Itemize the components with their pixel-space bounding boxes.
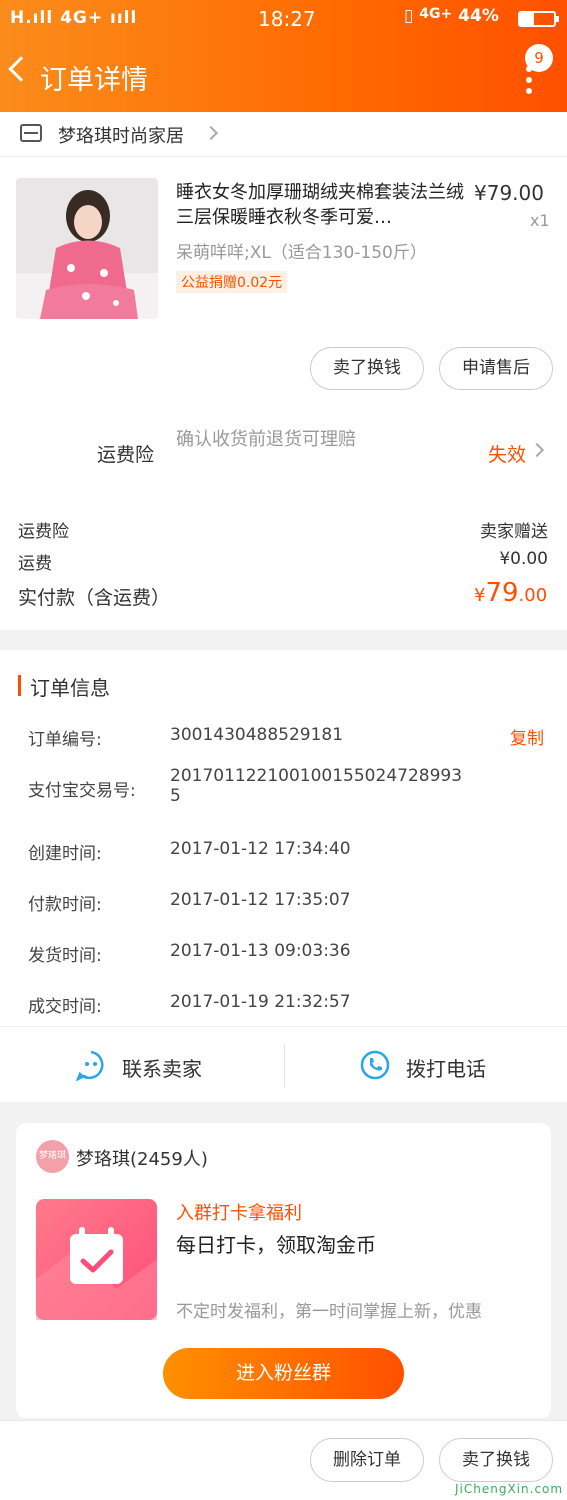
section-marker (18, 675, 21, 696)
product-quantity: x1 (530, 211, 550, 230)
total-amount: ¥79.00 (474, 578, 547, 608)
promo-desc: 不定时发福利，第一时间掌握上新，优惠 (176, 1302, 482, 1322)
cost-value: 卖家赠送 (480, 522, 548, 542)
divider (0, 156, 567, 157)
shop-name[interactable]: 梦珞琪时尚家居 (58, 122, 184, 148)
cost-label: 运费 (18, 554, 52, 574)
more-menu-icon[interactable] (526, 66, 532, 99)
promo-title: 入群打卡拿福利 (176, 1203, 302, 1224)
total-currency: ¥ (474, 585, 486, 606)
promo-subtitle: 每日打卡，领取淘金币 (176, 1233, 376, 1257)
back-arrow-icon[interactable] (8, 56, 34, 82)
order-number-value: 3001430488529181 (170, 725, 344, 745)
battery-text: 44% (458, 6, 499, 26)
group-avatar: 梦珞琪 (36, 1140, 69, 1173)
paid-time-label: 付款时间: (28, 895, 102, 915)
total-label: 实付款（含运费） (18, 587, 171, 609)
sell-button[interactable]: 卖了换钱 (310, 347, 424, 390)
status-time: 18:27 (258, 7, 316, 31)
message-badge[interactable]: 9 (525, 44, 553, 72)
vibrate-icon: ▯ (404, 6, 414, 26)
alipay-trade-value: 2017011221001001550247289935 (170, 766, 463, 806)
cost-value: ¥0.00 (499, 549, 548, 569)
group-name: 梦珞琪(2459人) (76, 1149, 208, 1170)
enter-fan-group-button[interactable]: 进入粉丝群 (163, 1348, 404, 1399)
shipped-time-value: 2017-01-13 09:03:36 (170, 941, 351, 961)
shop-icon (20, 124, 42, 142)
battery-icon (518, 11, 559, 27)
call-phone-label: 拨打电话 (406, 1057, 486, 1081)
product-image[interactable] (16, 178, 158, 319)
completed-time-label: 成交时间: (28, 997, 102, 1017)
shipped-time-label: 发货时间: (28, 946, 102, 966)
paid-time-value: 2017-01-12 17:35:07 (170, 890, 351, 910)
product-title[interactable]: 睡衣女冬加厚珊瑚绒夹棉套装法兰绒三层保暖睡衣秋冬季可爱… (176, 180, 468, 230)
call-phone-button[interactable]: 拨打电话 (285, 1027, 567, 1102)
network-type: 4G+ (419, 6, 453, 22)
created-time-value: 2017-01-12 17:34:40 (170, 839, 351, 859)
charity-tag: 公益捐赠0.02元 (176, 271, 288, 293)
delete-order-button[interactable]: 删除订单 (310, 1438, 424, 1482)
battery-percent: ▯ 4G+ 44% (404, 6, 499, 26)
header-bar: H.ıll 4G+ ııll 18:27 ▯ 4G+ 44% 订单详情 9 (0, 0, 567, 112)
product-price: ¥79.00 (474, 181, 544, 205)
chat-smile-icon (75, 1050, 104, 1081)
signal-indicator: H.ıll 4G+ ııll (10, 8, 138, 28)
phone-icon (360, 1050, 390, 1080)
contact-seller-button[interactable]: 联系卖家 (0, 1027, 283, 1102)
contact-seller-label: 联系卖家 (122, 1057, 202, 1081)
alipay-trade-label: 支付宝交易号: (28, 781, 136, 801)
insurance-label: 运费险 (97, 444, 155, 466)
sell-button[interactable]: 卖了换钱 (439, 1438, 553, 1482)
order-number-label: 订单编号: (28, 730, 102, 750)
insurance-desc: 确认收货前退货可理赔 (176, 429, 356, 450)
product-sku: 呆萌咩咩;XL（适合130-150斤） (176, 243, 427, 263)
page-title: 订单详情 (40, 65, 148, 96)
total-integer: 79 (485, 578, 519, 608)
after-sale-button[interactable]: 申请售后 (439, 347, 553, 390)
completed-time-value: 2017-01-19 21:32:57 (170, 992, 351, 1012)
calendar-check-icon (36, 1199, 157, 1320)
watermark: JiChengXin.com (455, 1482, 564, 1496)
created-time-label: 创建时间: (28, 844, 102, 864)
cost-label: 运费险 (18, 522, 69, 542)
total-decimal: .00 (518, 585, 548, 606)
copy-button[interactable]: 复制 (510, 724, 544, 749)
order-info-title: 订单信息 (30, 676, 110, 700)
insurance-status[interactable]: 失效 (488, 440, 526, 467)
